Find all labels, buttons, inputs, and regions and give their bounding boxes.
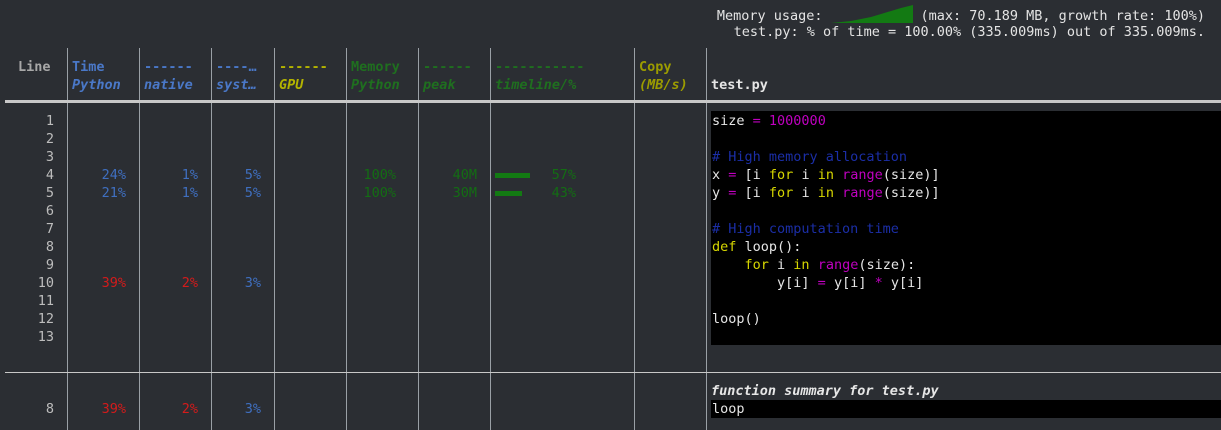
code-line: x = [i for i in range(size)]: [712, 167, 940, 183]
time-native-cell: 1%: [181, 167, 198, 183]
summary-time-native: 2%: [181, 401, 198, 417]
col-header-line: Line: [18, 59, 51, 75]
memory-stats: (max: 70.189 MB, growth rate: 100%): [920, 8, 1205, 24]
time-python-cell: 24%: [101, 167, 126, 183]
line-number: 4: [45, 167, 54, 183]
code-line: size = 1000000: [712, 113, 826, 129]
timeline-bar: [495, 191, 522, 196]
line-number: 10: [37, 275, 54, 291]
timeline-pct-cell: 43%: [551, 185, 576, 201]
col-header-file: test.py: [711, 77, 768, 93]
time-python-cell: 39%: [101, 275, 126, 291]
col-header-time-label: Time: [72, 59, 105, 75]
code-line: def loop():: [712, 239, 802, 255]
col-header-copy-label: Copy: [639, 59, 672, 75]
memory-usage-label: Memory usage:: [716, 8, 823, 24]
col-header-native-dash: ------: [144, 59, 193, 75]
line-number: 9: [45, 257, 54, 273]
col-header-memory-label: Memory: [351, 59, 400, 75]
line-number: 1: [45, 113, 54, 129]
code-line: # High memory allocation: [712, 149, 908, 165]
time-native-cell: 2%: [181, 275, 198, 291]
line-number: 11: [37, 293, 54, 309]
col-header-timeline-dash: -----------: [495, 59, 585, 75]
col-header-native: ------ native: [144, 58, 193, 94]
col-header-time-python: Python: [72, 77, 121, 93]
col-header-memory: Memory Python: [351, 58, 400, 94]
summary-rule: [5, 372, 1221, 373]
col-header-timeline-label: timeline/%: [495, 77, 577, 93]
line-number: 13: [37, 329, 54, 345]
col-header-gpu-dash: ------: [279, 59, 328, 75]
time-system-cell: 5%: [244, 167, 261, 183]
function-summary-title: function summary for test.py: [711, 383, 939, 399]
time-native-cell: 1%: [181, 185, 198, 201]
memory-sparkline: [830, 5, 913, 23]
col-header-copy-unit: (MB/s): [639, 77, 688, 93]
memory-peak-cell: 30M: [452, 185, 477, 201]
line-number: 12: [37, 311, 54, 327]
line-number: 5: [45, 185, 54, 201]
line-number: 3: [45, 149, 54, 165]
col-header-system-dash: ----…: [216, 59, 257, 75]
function-summary-name[interactable]: loop: [712, 400, 745, 418]
timeline-bar: [495, 173, 530, 178]
col-header-peak-label: peak: [423, 77, 456, 93]
col-header-system-label: syst…: [216, 77, 257, 93]
col-header-timeline: ----------- timeline/%: [495, 58, 584, 94]
header-rule: [5, 100, 1221, 103]
summary-time-system: 3%: [244, 401, 261, 417]
col-header-native-label: native: [144, 77, 193, 93]
line-number: 2: [45, 131, 54, 147]
col-header-peak: ------ peak: [423, 58, 472, 94]
line-number: 8: [45, 239, 54, 255]
code-line: for i in range(size):: [744, 257, 916, 273]
col-header-copy: Copy (MB/s): [639, 58, 688, 94]
memory-peak-cell: 40M: [452, 167, 477, 183]
code-line: loop(): [712, 311, 761, 327]
time-system-cell: 3%: [244, 275, 261, 291]
line-number: 6: [45, 203, 54, 219]
time-summary: test.py: % of time = 100.00% (335.009ms)…: [733, 24, 1205, 40]
memory-python-cell: 100%: [363, 167, 396, 183]
code-line: y = [i for i in range(size)]: [712, 185, 940, 201]
summary-time-python: 39%: [101, 401, 126, 417]
line-number: 7: [45, 221, 54, 237]
col-header-gpu: ------ GPU: [279, 58, 328, 94]
function-summary-bar: [711, 400, 1221, 418]
col-header-memory-python: Python: [351, 77, 400, 93]
code-line: # High computation time: [712, 221, 899, 237]
col-header-time: Time Python: [72, 58, 121, 94]
col-header-system: ----… syst…: [216, 58, 257, 94]
memory-python-cell: 100%: [363, 185, 396, 201]
col-header-peak-dash: ------: [423, 59, 472, 75]
time-python-cell: 21%: [101, 185, 126, 201]
time-system-cell: 5%: [244, 185, 261, 201]
memory-usage-header: Memory usage: (max: 70.189 MB, growth rat…: [716, 5, 1205, 24]
col-header-gpu-label: GPU: [279, 77, 304, 93]
summary-line-number: 8: [45, 401, 54, 417]
code-line: y[i] = y[i] * y[i]: [712, 275, 924, 291]
